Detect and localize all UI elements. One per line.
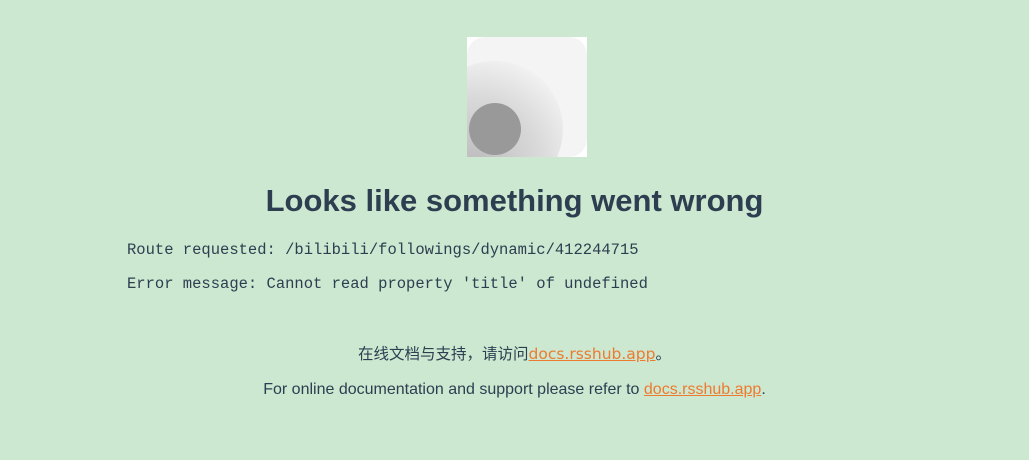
help-zh-prefix: 在线文档与支持，请访问	[358, 345, 529, 363]
rsshub-logo-icon	[467, 37, 587, 157]
docs-link-zh[interactable]: docs.rsshub.app	[529, 345, 656, 363]
route-requested-text: Route requested: /bilibili/followings/dy…	[127, 241, 639, 259]
help-line-zh: 在线文档与支持，请访问docs.rsshub.app。	[0, 343, 1029, 365]
help-en-suffix: .	[761, 381, 766, 398]
help-line-en: For online documentation and support ple…	[0, 379, 1029, 401]
error-message-text: Error message: Cannot read property 'tit…	[127, 275, 648, 293]
help-zh-suffix: 。	[655, 345, 671, 363]
help-en-prefix: For online documentation and support ple…	[263, 381, 644, 398]
page-title: Looks like something went wrong	[265, 183, 764, 218]
docs-link-en[interactable]: docs.rsshub.app	[644, 381, 761, 398]
